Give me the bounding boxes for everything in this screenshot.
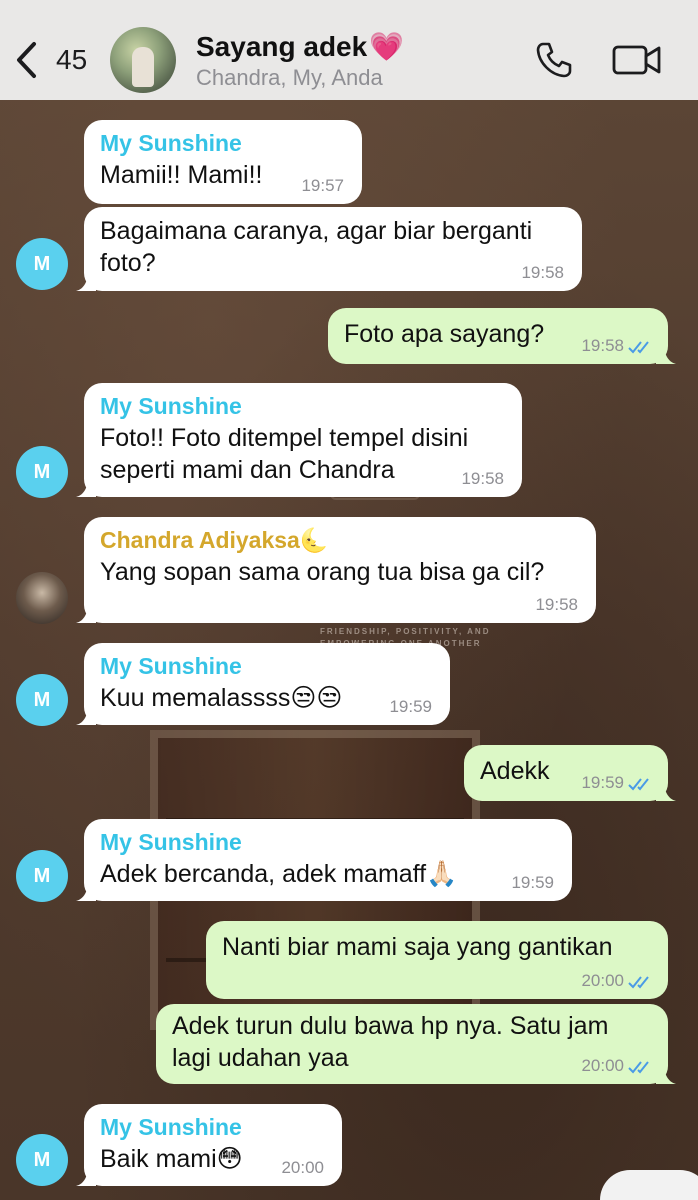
read-receipt-icon xyxy=(628,976,649,989)
avatar-my-sunshine[interactable]: M xyxy=(16,1134,68,1186)
message-time: 19:57 xyxy=(301,176,344,195)
sender-name: My Sunshine xyxy=(100,653,242,679)
chat-participants: Chandra, My, Anda xyxy=(196,65,383,90)
bubble-tail xyxy=(656,1064,676,1084)
message-text: Nanti biar mami saja yang gantikan xyxy=(222,933,613,961)
avatar-my-sunshine[interactable]: M xyxy=(16,674,68,726)
message-time: 19:58 xyxy=(461,469,504,488)
read-receipt-icon xyxy=(628,778,649,791)
sender-name: My Sunshine xyxy=(100,829,242,855)
message-time: 19:58 xyxy=(581,336,624,355)
unread-count: 45 xyxy=(56,44,88,75)
sender-name: My Sunshine xyxy=(100,130,242,156)
message-text: Foto!! Foto ditempel tempel disini seper… xyxy=(100,424,469,484)
message-bubble[interactable]: Adekk 19:59 xyxy=(464,745,676,801)
message-time: 19:59 xyxy=(511,873,554,892)
avatar-chandra[interactable] xyxy=(16,572,68,624)
message-text: Kuu memalassss😒😒 xyxy=(100,684,343,712)
avatar-my-sunshine[interactable]: M xyxy=(16,446,68,498)
bubble-tail xyxy=(76,603,96,623)
message-time: 19:59 xyxy=(389,697,432,716)
sender-name: Chandra Adiyaksa🌜 xyxy=(100,527,329,553)
back-button[interactable]: 45 xyxy=(14,38,94,82)
bubble-tail xyxy=(76,705,96,725)
scroll-down-button[interactable] xyxy=(600,1170,698,1200)
message-time: 19:59 xyxy=(581,773,624,792)
message-time: 20:00 xyxy=(581,971,624,990)
message-bubble[interactable]: My Sunshine Foto!! Foto ditempel tempel … xyxy=(76,383,522,497)
read-receipt-icon xyxy=(628,1061,649,1074)
message-text: Yang sopan sama orang tua bisa ga cil? xyxy=(100,558,545,586)
message-bubble[interactable]: My Sunshine Kuu memalassss😒😒 19:59 xyxy=(76,643,450,725)
chevron-left-icon xyxy=(17,42,36,78)
heart-emoji: 💗 xyxy=(369,31,405,62)
message-bubble[interactable]: Bagaimana caranya, agar biar berganti fo… xyxy=(76,207,582,291)
message-bubble[interactable]: Nanti biar mami saja yang gantikan 20:00 xyxy=(206,921,668,999)
read-receipt-icon xyxy=(628,341,649,354)
message-time: 20:00 xyxy=(581,1056,624,1075)
bubble-tail xyxy=(76,477,96,497)
sender-name: My Sunshine xyxy=(100,1114,242,1140)
message-text: Bagaimana caranya, agar biar berganti fo… xyxy=(100,217,533,277)
chat-title-area[interactable]: Sayang adek 💗 Chandra, My, Anda xyxy=(196,30,404,91)
bubble-tail xyxy=(76,1166,96,1186)
message-bubble[interactable]: Chandra Adiyaksa🌜 Yang sopan sama orang … xyxy=(76,517,596,623)
message-bubble[interactable]: Adek turun dulu bawa hp nya. Satu jam la… xyxy=(156,1004,676,1084)
bubble-tail xyxy=(656,344,676,364)
message-text: Adek turun dulu bawa hp nya. Satu jam la… xyxy=(172,1012,609,1072)
bubble-tail xyxy=(656,781,676,801)
phone-icon[interactable] xyxy=(534,40,574,80)
message-bubble[interactable]: Foto apa sayang? 19:58 xyxy=(328,308,676,364)
avatar-my-sunshine[interactable]: M xyxy=(16,238,68,290)
bubble-tail xyxy=(76,881,96,901)
video-camera-icon[interactable] xyxy=(612,42,662,78)
message-text: Adek bercanda, adek mamaff🙏🏻 xyxy=(100,860,458,888)
message-time: 19:58 xyxy=(535,595,578,614)
message-bubble[interactable]: My Sunshine Baik mami😳 20:00 xyxy=(76,1104,342,1186)
sender-name: My Sunshine xyxy=(100,393,242,419)
chat-title: Sayang adek xyxy=(196,30,368,62)
message-time: 20:00 xyxy=(281,1158,324,1177)
chat-header: 45 Sayang adek 💗 Chandra, My, Anda xyxy=(0,0,698,100)
message-bubble[interactable]: My Sunshine Adek bercanda, adek mamaff🙏🏻… xyxy=(76,819,572,901)
avatar-my-sunshine[interactable]: M xyxy=(16,850,68,902)
group-avatar[interactable] xyxy=(110,27,176,93)
message-time: 19:58 xyxy=(521,263,564,282)
message-bubble[interactable]: My Sunshine Mamii!! Mami!! 19:57 xyxy=(84,120,362,204)
bubble-tail xyxy=(76,271,96,291)
